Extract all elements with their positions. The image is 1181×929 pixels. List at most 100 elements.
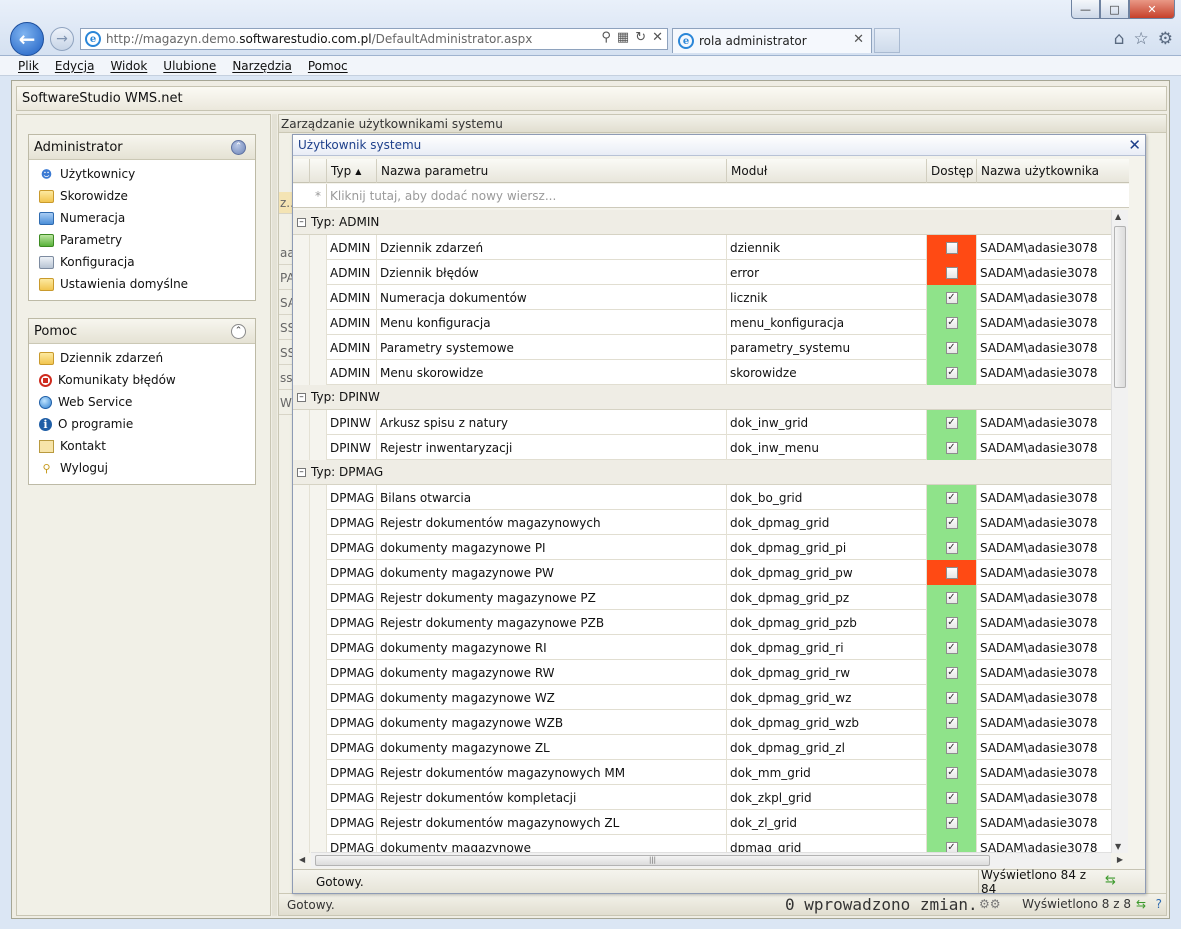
admin-menu-item[interactable]: Ustawienia domyślne [29, 273, 255, 295]
menu-pomoc[interactable]: Pomoc [308, 59, 348, 73]
access-checkbox[interactable]: ✓ [945, 416, 958, 429]
admin-menu-item[interactable]: Numeracja [29, 207, 255, 229]
help-menu-item[interactable]: Kontakt [29, 435, 255, 457]
group-row[interactable]: – Typ: DPINW [293, 385, 1111, 410]
vertical-scroll-thumb[interactable] [1114, 226, 1126, 388]
column-header-dostep[interactable]: Dostęp [927, 159, 977, 183]
access-checkbox[interactable]: ✓ [945, 491, 958, 504]
minimize-button[interactable]: — [1071, 0, 1100, 19]
access-checkbox[interactable]: ✓ [945, 691, 958, 704]
help-menu-item[interactable]: Komunikaty błędów [29, 369, 255, 391]
table-row[interactable]: DPMAG Rejestr dokumentów kompletacji dok_z… [293, 785, 1111, 810]
close-window-button[interactable]: ✕ [1129, 0, 1175, 19]
admin-menu-item[interactable]: Konfiguracja [29, 251, 255, 273]
help-panel-header[interactable]: Pomoc ⌃ [29, 319, 255, 344]
help-menu-item[interactable]: ⚲ Wyloguj [29, 457, 255, 479]
column-header-nazwa[interactable]: Nazwa parametru [377, 159, 727, 183]
column-header-modul[interactable]: Moduł [727, 159, 927, 183]
scroll-up-icon[interactable]: ▲ [1115, 212, 1121, 221]
address-bar[interactable]: e http://magazyn.demo.softwarestudio.com… [80, 28, 668, 50]
table-row[interactable]: DPMAG dokumenty magazynowe RI dok_dpmag_gr… [293, 635, 1111, 660]
table-row[interactable]: DPMAG Rejestr dokumenty magazynowe PZB dok… [293, 610, 1111, 635]
refresh-icon[interactable]: ⇆ [1105, 873, 1116, 888]
row-selector[interactable] [310, 535, 327, 560]
row-selector[interactable] [310, 335, 327, 360]
horizontal-scroll-thumb[interactable]: ||| [315, 855, 990, 866]
row-selector[interactable] [310, 260, 327, 285]
compat-icon[interactable]: ▦ [617, 30, 629, 45]
access-checkbox[interactable]: ✓ [945, 641, 958, 654]
table-row[interactable]: DPMAG dokumenty magazynowe PW dok_dpmag_gr… [293, 560, 1111, 585]
table-row[interactable]: DPINW Arkusz spisu z natury dok_inw_grid ✓ S… [293, 410, 1111, 435]
browser-tab[interactable]: e rola administrator ✕ [672, 28, 872, 53]
table-row[interactable]: ADMIN Parametry systemowe parametry_system… [293, 335, 1111, 360]
admin-menu-item[interactable]: Parametry [29, 229, 255, 251]
access-checkbox[interactable] [945, 566, 958, 579]
menu-ulubione[interactable]: Ulubione [163, 59, 216, 73]
access-checkbox[interactable]: ✓ [945, 291, 958, 304]
search-icon[interactable]: ⚲ [601, 30, 611, 45]
refresh-icon[interactable]: ↻ [635, 30, 646, 45]
table-row[interactable]: DPMAG dokumenty magazynowe RW dok_dpmag_gr… [293, 660, 1111, 685]
scroll-left-icon[interactable]: ◀ [299, 855, 305, 864]
gear-icon[interactable]: ⚙ [1158, 29, 1173, 49]
table-row[interactable]: ADMIN Dziennik zdarzeń dziennik SADAM\adasi… [293, 235, 1111, 260]
admin-menu-item[interactable]: Skorowidze [29, 185, 255, 207]
tab-close-icon[interactable]: ✕ [853, 32, 864, 47]
table-row[interactable]: ADMIN Dziennik błędów error SADAM\adasie307… [293, 260, 1111, 285]
collapse-icon[interactable]: ⌃ [231, 324, 246, 339]
scroll-right-icon[interactable]: ▶ [1117, 855, 1123, 864]
row-selector[interactable] [310, 560, 327, 585]
table-row[interactable]: DPMAG Rejestr dokumentów magazynowych dok_… [293, 510, 1111, 535]
help-icon[interactable]: ? [1156, 897, 1162, 911]
vertical-scrollbar[interactable]: ▲ ▼ [1111, 210, 1128, 853]
table-row[interactable]: DPMAG dokumenty magazynowe ZL dok_dpmag_gr… [293, 735, 1111, 760]
table-row[interactable]: DPINW Rejestr inwentaryzacji dok_inw_menu ✓… [293, 435, 1111, 460]
new-tab-button[interactable] [874, 28, 900, 53]
table-row[interactable]: DPMAG Rejestr dokumenty magazynowe PZ dok_… [293, 585, 1111, 610]
menu-edycja[interactable]: Edycja [55, 59, 95, 73]
access-checkbox[interactable]: ✓ [945, 666, 958, 679]
access-checkbox[interactable] [945, 266, 958, 279]
row-selector[interactable] [310, 410, 327, 435]
row-selector[interactable] [310, 510, 327, 535]
row-selector[interactable] [310, 610, 327, 635]
admin-panel-header[interactable]: Administrator ⌃ [29, 135, 255, 160]
table-row[interactable]: ADMIN Numeracja dokumentów licznik ✓ SADAM\a… [293, 285, 1111, 310]
menu-widok[interactable]: Widok [110, 59, 147, 73]
pane-splitter[interactable] [272, 114, 277, 916]
admin-menu-item[interactable]: ☻ Użytkownicy [29, 163, 255, 185]
home-icon[interactable]: ⌂ [1114, 29, 1125, 49]
row-selector[interactable] [310, 235, 327, 260]
row-selector[interactable] [310, 835, 327, 853]
refresh-icon[interactable]: ⇆ [1136, 897, 1146, 911]
column-header-typ[interactable]: Typ ▲ [327, 159, 377, 183]
table-row[interactable]: DPMAG Rejestr dokumentów magazynowych ZL d… [293, 810, 1111, 835]
collapse-toggle-icon[interactable]: – [297, 467, 306, 477]
table-row[interactable]: DPMAG dokumenty magazynowe dpmag_grid ✓ SADA… [293, 835, 1111, 853]
close-icon[interactable]: ✕ [1128, 136, 1141, 154]
access-checkbox[interactable]: ✓ [945, 366, 958, 379]
access-checkbox[interactable]: ✓ [945, 341, 958, 354]
row-selector[interactable] [310, 310, 327, 335]
table-row[interactable]: ADMIN Menu skorowidze skorowidze ✓ SADAM\ada… [293, 360, 1111, 385]
forward-button[interactable]: → [50, 27, 74, 51]
maximize-button[interactable]: □ [1100, 0, 1129, 19]
row-selector[interactable] [310, 485, 327, 510]
access-checkbox[interactable]: ✓ [945, 766, 958, 779]
table-row[interactable]: DPMAG dokumenty magazynowe PI dok_dpmag_gr… [293, 535, 1111, 560]
row-selector[interactable] [310, 710, 327, 735]
column-header-uzytkownik[interactable]: Nazwa użytkownika [977, 159, 1129, 183]
collapse-toggle-icon[interactable]: – [297, 217, 306, 227]
group-row[interactable]: – Typ: ADMIN [293, 210, 1111, 235]
row-selector[interactable] [310, 660, 327, 685]
table-row[interactable]: DPMAG Rejestr dokumentów magazynowych MM d… [293, 760, 1111, 785]
row-selector[interactable] [310, 735, 327, 760]
access-checkbox[interactable]: ✓ [945, 816, 958, 829]
access-checkbox[interactable]: ✓ [945, 716, 958, 729]
access-checkbox[interactable]: ✓ [945, 441, 958, 454]
row-selector[interactable] [310, 635, 327, 660]
collapse-icon[interactable]: ⌃ [231, 140, 246, 155]
help-menu-item[interactable]: Web Service [29, 391, 255, 413]
horizontal-scrollbar[interactable]: ◀ ||| ▶ [299, 852, 1123, 868]
